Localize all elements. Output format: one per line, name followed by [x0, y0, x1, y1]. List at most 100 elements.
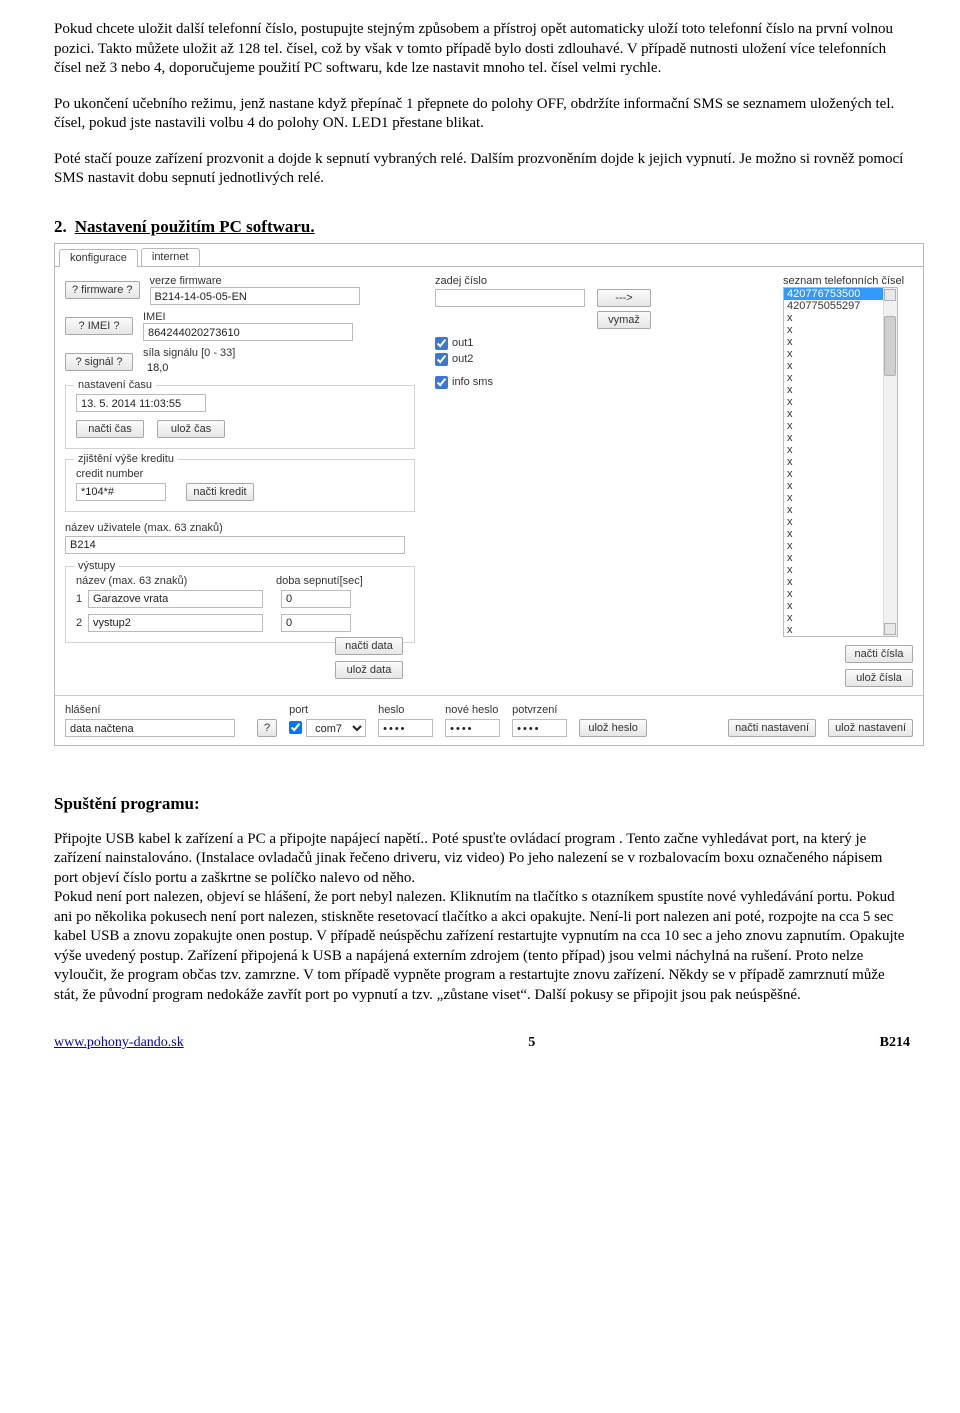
newpw-label: nové heslo [445, 704, 500, 716]
read-time-button[interactable]: načti čas [76, 420, 144, 438]
pw-label: heslo [378, 704, 433, 716]
fw-label: verze firmware [150, 275, 415, 287]
username-input[interactable] [65, 536, 405, 554]
list-item[interactable]: x [784, 396, 897, 408]
list-item[interactable]: x [784, 348, 897, 360]
list-item[interactable]: x [784, 600, 897, 612]
outputs-legend: výstupy [74, 560, 119, 572]
out-dur-header: doba sepnutí[sec] [276, 575, 363, 587]
list-item[interactable]: x [784, 540, 897, 552]
scroll-up-button[interactable] [884, 289, 896, 301]
list-item[interactable]: 420775055297 [784, 300, 897, 312]
save-time-button[interactable]: ulož čas [157, 420, 225, 438]
pw-field[interactable] [378, 719, 433, 737]
out-name-header: název (max. 63 znaků) [76, 575, 276, 587]
list-item[interactable]: x [784, 492, 897, 504]
phone-input[interactable] [435, 289, 585, 307]
footer-code: B214 [880, 1035, 910, 1051]
port-query-button[interactable]: ? [257, 719, 277, 737]
infosms-checkbox[interactable]: info sms [435, 376, 777, 389]
list-item[interactable]: x [784, 624, 897, 636]
scroll-thumb[interactable] [884, 316, 896, 376]
port-label: port [289, 704, 366, 716]
save-data-button[interactable]: ulož data [335, 661, 403, 679]
list-item[interactable]: x [784, 612, 897, 624]
fw-value: B214-14-05-05-EN [150, 287, 360, 305]
list-item[interactable]: x [784, 588, 897, 600]
list-item[interactable]: x [784, 504, 897, 516]
list-item[interactable]: x [784, 420, 897, 432]
enter-number-label: zadej číslo [435, 275, 777, 287]
scrollbar[interactable] [883, 288, 897, 636]
read-data-button[interactable]: načti data [335, 637, 403, 655]
list-item[interactable]: x [784, 408, 897, 420]
credit-number-label: credit number [76, 468, 404, 480]
port-checkbox[interactable] [289, 721, 302, 734]
read-credit-button[interactable]: načti kredit [186, 483, 254, 501]
section-title: Nastavení použitím PC softwaru. [75, 217, 315, 236]
footer-bar: hlášení data načtena ? port com7 heslo n… [55, 695, 923, 745]
confirm-field[interactable] [512, 719, 567, 737]
para-3: Poté stačí pouze zařízení prozvonit a do… [54, 150, 910, 189]
list-item[interactable]: x [784, 324, 897, 336]
para-2: Po ukončení učebního režimu, jenž nastan… [54, 95, 910, 134]
scroll-down-button[interactable] [884, 623, 896, 635]
list-item[interactable]: x [784, 552, 897, 564]
out1-checkbox[interactable]: out1 [435, 337, 777, 350]
status-value: data načtena [65, 719, 235, 737]
list-item[interactable]: x [784, 312, 897, 324]
list-item[interactable]: x [784, 336, 897, 348]
read-settings-button[interactable]: načti nastavení [728, 719, 816, 737]
port-select[interactable]: com7 [306, 719, 366, 737]
time-value: 13. 5. 2014 11:03:55 [76, 394, 206, 412]
signal-value: 18,0 [143, 359, 203, 377]
tab-konfigurace[interactable]: konfigurace [59, 249, 138, 267]
footer-link[interactable]: www.pohony-dando.sk [54, 1035, 184, 1051]
list-item[interactable]: x [784, 360, 897, 372]
out2-dur-input[interactable] [281, 614, 351, 632]
firmware-button[interactable]: ? firmware ? [65, 281, 140, 299]
status-label: hlášení [65, 704, 235, 716]
list-item[interactable]: x [784, 456, 897, 468]
delete-number-button[interactable]: vymaž [597, 311, 651, 329]
signal-label: síla signálu [0 - 33] [143, 347, 415, 359]
newpw-field[interactable] [445, 719, 500, 737]
list-item[interactable]: 420776753500 [784, 288, 897, 300]
credit-legend: zjištění výše kreditu [74, 453, 178, 465]
save-numbers-button[interactable]: ulož čísla [845, 669, 913, 687]
list-item[interactable]: x [784, 444, 897, 456]
list-item[interactable]: x [784, 564, 897, 576]
save-settings-button[interactable]: ulož nastavení [828, 719, 913, 737]
run-heading: Spuštění programu: [54, 794, 910, 814]
list-item[interactable]: x [784, 528, 897, 540]
imei-label: IMEI [143, 311, 415, 323]
list-item[interactable]: x [784, 480, 897, 492]
out1-chk-label: out1 [452, 337, 473, 349]
tab-internet[interactable]: internet [141, 248, 200, 266]
out1-name-input[interactable] [88, 590, 263, 608]
add-number-button[interactable]: ---> [597, 289, 651, 307]
read-numbers-button[interactable]: načti čísla [845, 645, 913, 663]
username-label: název uživatele (max. 63 znaků) [65, 522, 415, 534]
out1-dur-input[interactable] [281, 590, 351, 608]
signal-button[interactable]: ? signál ? [65, 353, 133, 371]
credit-number-input[interactable] [76, 483, 166, 501]
list-item[interactable]: x [784, 384, 897, 396]
list-item[interactable]: x [784, 468, 897, 480]
out1-index: 1 [76, 593, 88, 605]
imei-button[interactable]: ? IMEI ? [65, 317, 133, 335]
section-number: 2. [54, 217, 67, 236]
time-legend: nastavení času [74, 379, 156, 391]
out2-name-input[interactable] [88, 614, 263, 632]
list-item[interactable]: x [784, 516, 897, 528]
out2-checkbox[interactable]: out2 [435, 353, 777, 366]
list-item[interactable]: x [784, 372, 897, 384]
phone-listbox[interactable]: 420776753500420775055297xxxxxxxxxxxxxxxx… [783, 287, 898, 637]
save-password-button[interactable]: ulož heslo [579, 719, 647, 737]
run-body: Připojte USB kabel k zařízení a PC a při… [54, 830, 910, 1006]
infosms-chk-label: info sms [452, 376, 493, 388]
list-item[interactable]: x [784, 432, 897, 444]
out2-chk-label: out2 [452, 353, 473, 365]
list-item[interactable]: x [784, 576, 897, 588]
credit-box: zjištění výše kreditu credit number načt… [65, 459, 415, 512]
